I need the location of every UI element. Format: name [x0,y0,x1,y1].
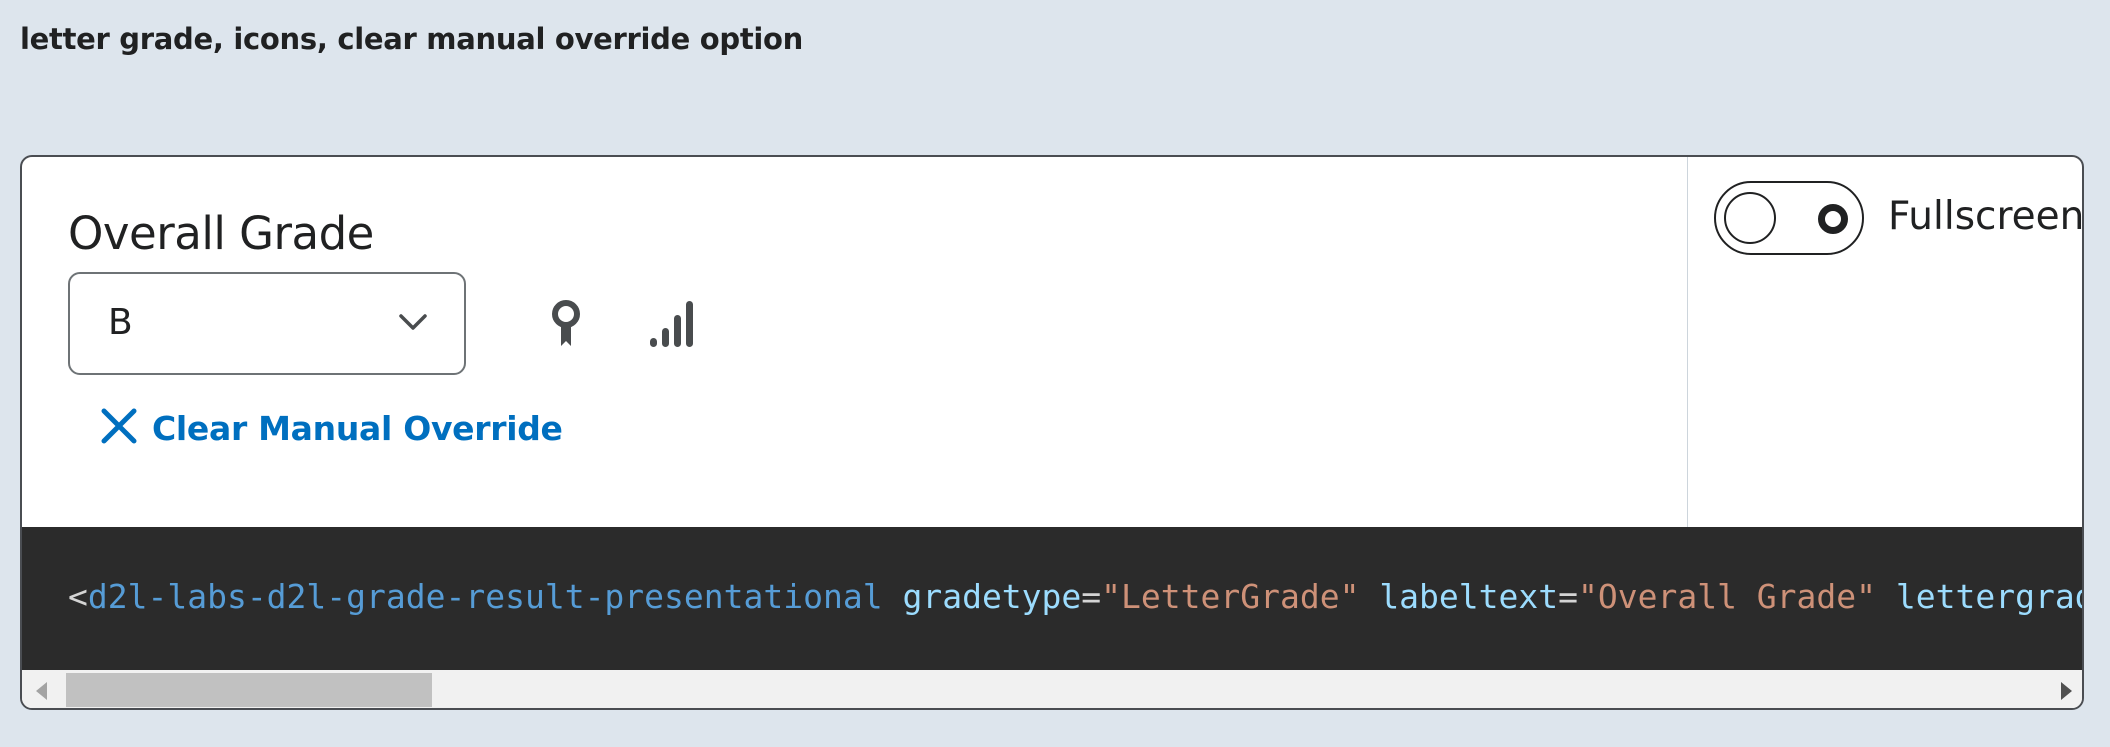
letter-grade-select[interactable]: B [68,272,466,375]
demo-frame: Overall Grade B Clear Manual Override Fu… [20,155,2084,710]
code-attr-gradetype: gradetype [902,577,1082,616]
component-preview: Overall Grade B Clear Manual Override [22,157,1688,527]
chevron-down-icon [398,312,428,336]
close-icon [100,407,138,449]
fullscreen-label: Fullscreen [1888,194,2084,239]
toggle-off-knob [1724,192,1776,244]
horizontal-scrollbar[interactable] [22,670,2082,708]
code-tag-name: d2l-labs-d2l-grade-result-presentational [87,577,883,616]
code-line: <d2l-labs-d2l-grade-result-presentationa… [68,577,2084,616]
code-value-gradetype: "LetterGrade" [1101,577,1360,616]
scrollbar-thumb[interactable] [66,673,432,707]
selected-grade-value: B [108,302,133,343]
clear-manual-override-label: Clear Manual Override [152,408,563,448]
code-attr-labeltext: labeltext [1379,577,1559,616]
code-open-bracket: < [68,577,88,616]
code-equals: = [1558,577,1578,616]
toggle-on-indicator [1818,204,1848,234]
code-value-labeltext: "Overall Grade" [1578,577,1877,616]
grade-label: Overall Grade [68,207,374,260]
code-attr-lettergrade: lettergrad [1895,577,2084,616]
scroll-right-icon[interactable] [2061,682,2072,700]
ribbon-icon[interactable] [550,300,582,352]
code-snippet: <d2l-labs-d2l-grade-result-presentationa… [22,527,2084,670]
scroll-left-icon[interactable] [36,682,47,700]
code-equals: = [1081,577,1102,616]
stats-bars-icon[interactable] [648,299,696,353]
fullscreen-toggle[interactable] [1714,181,1864,255]
demo-caption: letter grade, icons, clear manual overri… [20,22,804,56]
clear-manual-override-button[interactable]: Clear Manual Override [100,407,563,449]
